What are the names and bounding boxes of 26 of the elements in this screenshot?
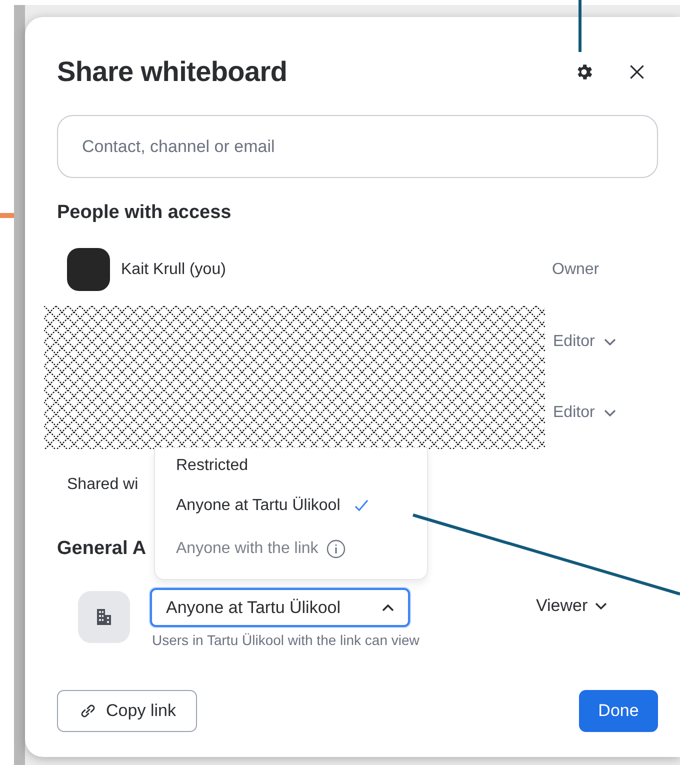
chevron-down-icon [594,602,607,610]
done-button[interactable]: Done [579,690,658,732]
chevron-up-icon [382,604,394,612]
close-icon[interactable] [628,63,646,81]
dialog-title: Share whiteboard [57,56,288,88]
chevron-down-icon [604,338,616,346]
chevron-down-icon [604,409,616,418]
access-dropdown[interactable]: Anyone at Tartu Ülikool [150,588,410,627]
role-dropdown[interactable]: Editor [553,332,616,351]
menu-option[interactable]: Anyone at Tartu Ülikool [155,484,427,527]
role-dropdown[interactable]: Editor [553,404,616,422]
avatar [67,248,110,291]
building-icon [78,591,130,643]
section-heading: General A [57,537,146,561]
annotation-line [578,0,582,52]
person-name: Kait Krull (you) [121,260,227,278]
role-dropdown[interactable]: Viewer [536,596,607,616]
checkmark-icon [354,499,370,512]
info-icon [326,538,346,558]
access-hint: Users in Tartu Ülikool with the link can view [152,632,420,648]
shared-with-label: Shared wi [67,475,138,495]
role-label: Owner [552,260,600,278]
section-heading: People with access [57,201,232,225]
search-field[interactable]: Contact, channel or email [57,115,658,178]
menu-option[interactable]: Restricted [155,448,427,484]
copy-link-button[interactable]: Copy link [57,690,197,732]
